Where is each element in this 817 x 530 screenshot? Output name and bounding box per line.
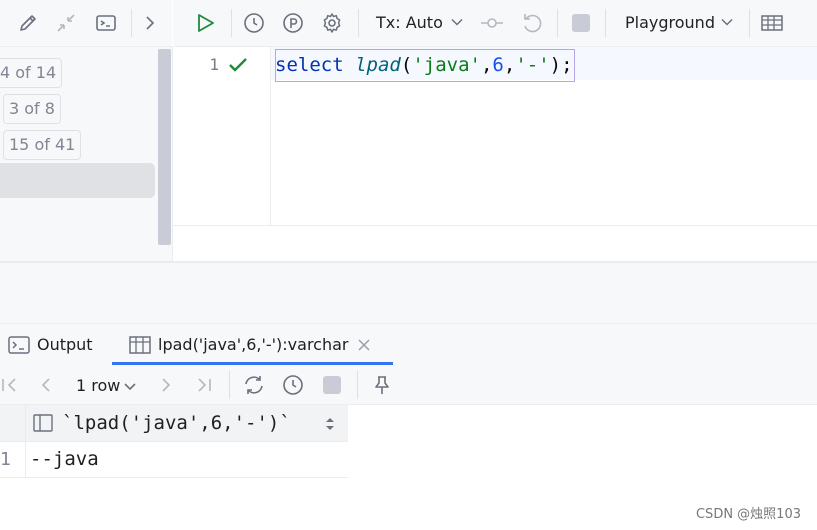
column-icon bbox=[33, 414, 53, 432]
sql-keyword: select bbox=[275, 54, 344, 76]
sql-comma: , bbox=[480, 54, 493, 76]
run-icon[interactable] bbox=[193, 11, 217, 35]
chevron-down-icon[interactable] bbox=[447, 12, 471, 36]
sql-paren: ( bbox=[400, 54, 413, 76]
tab-output-label: Output bbox=[37, 335, 93, 354]
next-page-icon[interactable] bbox=[156, 375, 176, 395]
selected-row[interactable] bbox=[0, 163, 155, 198]
sql-string: '-' bbox=[515, 54, 550, 76]
match-counter-badge[interactable]: 15 of 41 bbox=[3, 130, 82, 160]
settings-icon[interactable] bbox=[320, 11, 344, 35]
last-page-icon[interactable] bbox=[194, 375, 214, 395]
line-number: 1 bbox=[209, 55, 219, 74]
left-toolbar bbox=[0, 0, 172, 47]
row-count-dropdown[interactable]: 1 row bbox=[76, 375, 120, 397]
refresh-icon[interactable] bbox=[242, 373, 266, 397]
row-number: 1 bbox=[0, 442, 26, 477]
pencil-icon[interactable] bbox=[16, 11, 40, 35]
match-counter-badge[interactable]: 4 of 14 bbox=[0, 58, 63, 88]
stop-icon[interactable] bbox=[569, 11, 593, 35]
tab-query-result-label: lpad('java',6,'-'):varchar bbox=[158, 335, 349, 354]
parameters-icon[interactable] bbox=[281, 11, 305, 35]
table-icon bbox=[129, 335, 151, 355]
console-icon bbox=[8, 335, 30, 355]
tab-query-result[interactable]: lpad('java',6,'-'):varchar bbox=[112, 324, 393, 366]
watermark: CSDN @烛照103 bbox=[695, 507, 801, 522]
chevron-down-icon[interactable] bbox=[717, 12, 741, 36]
sql-string: 'java' bbox=[412, 54, 481, 76]
sql-comma: , bbox=[503, 54, 516, 76]
close-icon[interactable] bbox=[356, 337, 372, 353]
stop-icon[interactable] bbox=[322, 375, 342, 395]
chevron-right-icon[interactable] bbox=[138, 11, 162, 35]
result-grid: `lpad('java',6,'-')` 1 --java bbox=[0, 405, 348, 478]
sql-editor[interactable]: 1 select lpad('java',6,'-'); bbox=[173, 47, 817, 261]
editor-gutter: 1 bbox=[173, 47, 271, 225]
grid-header: `lpad('java',6,'-')` bbox=[0, 405, 348, 442]
sql-statement[interactable]: select lpad('java',6,'-'); bbox=[275, 54, 573, 76]
column-header[interactable]: `lpad('java',6,'-')` bbox=[62, 412, 291, 434]
results-toolbar: 1 row bbox=[0, 366, 817, 405]
editor-toolbar: Tx: Auto Playground bbox=[173, 0, 817, 47]
console-icon[interactable] bbox=[94, 11, 118, 35]
prev-page-icon[interactable] bbox=[36, 375, 56, 395]
sql-number: 6 bbox=[492, 54, 504, 76]
navigator-panel: 4 of 14 3 of 8 15 of 41 bbox=[0, 47, 173, 261]
chevron-down-icon[interactable] bbox=[122, 378, 138, 394]
history-icon[interactable] bbox=[242, 11, 266, 35]
table-cell[interactable]: --java bbox=[30, 442, 99, 477]
tab-output[interactable]: Output bbox=[0, 324, 108, 366]
tx-mode-dropdown[interactable]: Tx: Auto bbox=[376, 12, 443, 34]
collapse-icon[interactable] bbox=[54, 11, 78, 35]
check-icon bbox=[227, 55, 249, 75]
empty-area bbox=[0, 263, 817, 323]
rollback-icon[interactable] bbox=[520, 11, 544, 35]
match-counter-badge[interactable]: 3 of 8 bbox=[3, 94, 61, 124]
first-page-icon[interactable] bbox=[0, 375, 20, 395]
sql-function: lpad bbox=[355, 54, 401, 76]
history-icon[interactable] bbox=[281, 373, 305, 397]
table-row[interactable]: 1 --java bbox=[0, 442, 348, 478]
sql-paren: ); bbox=[549, 54, 573, 76]
active-tab-indicator bbox=[112, 362, 393, 365]
vertical-scrollbar[interactable] bbox=[158, 49, 171, 245]
results-tabs: Output lpad('java',6,'-'):varchar bbox=[0, 323, 817, 367]
sort-icon[interactable] bbox=[324, 416, 336, 432]
table-view-icon[interactable] bbox=[760, 11, 784, 35]
pin-icon[interactable] bbox=[371, 374, 393, 396]
commit-icon[interactable] bbox=[479, 11, 503, 35]
schema-dropdown[interactable]: Playground bbox=[625, 12, 715, 34]
